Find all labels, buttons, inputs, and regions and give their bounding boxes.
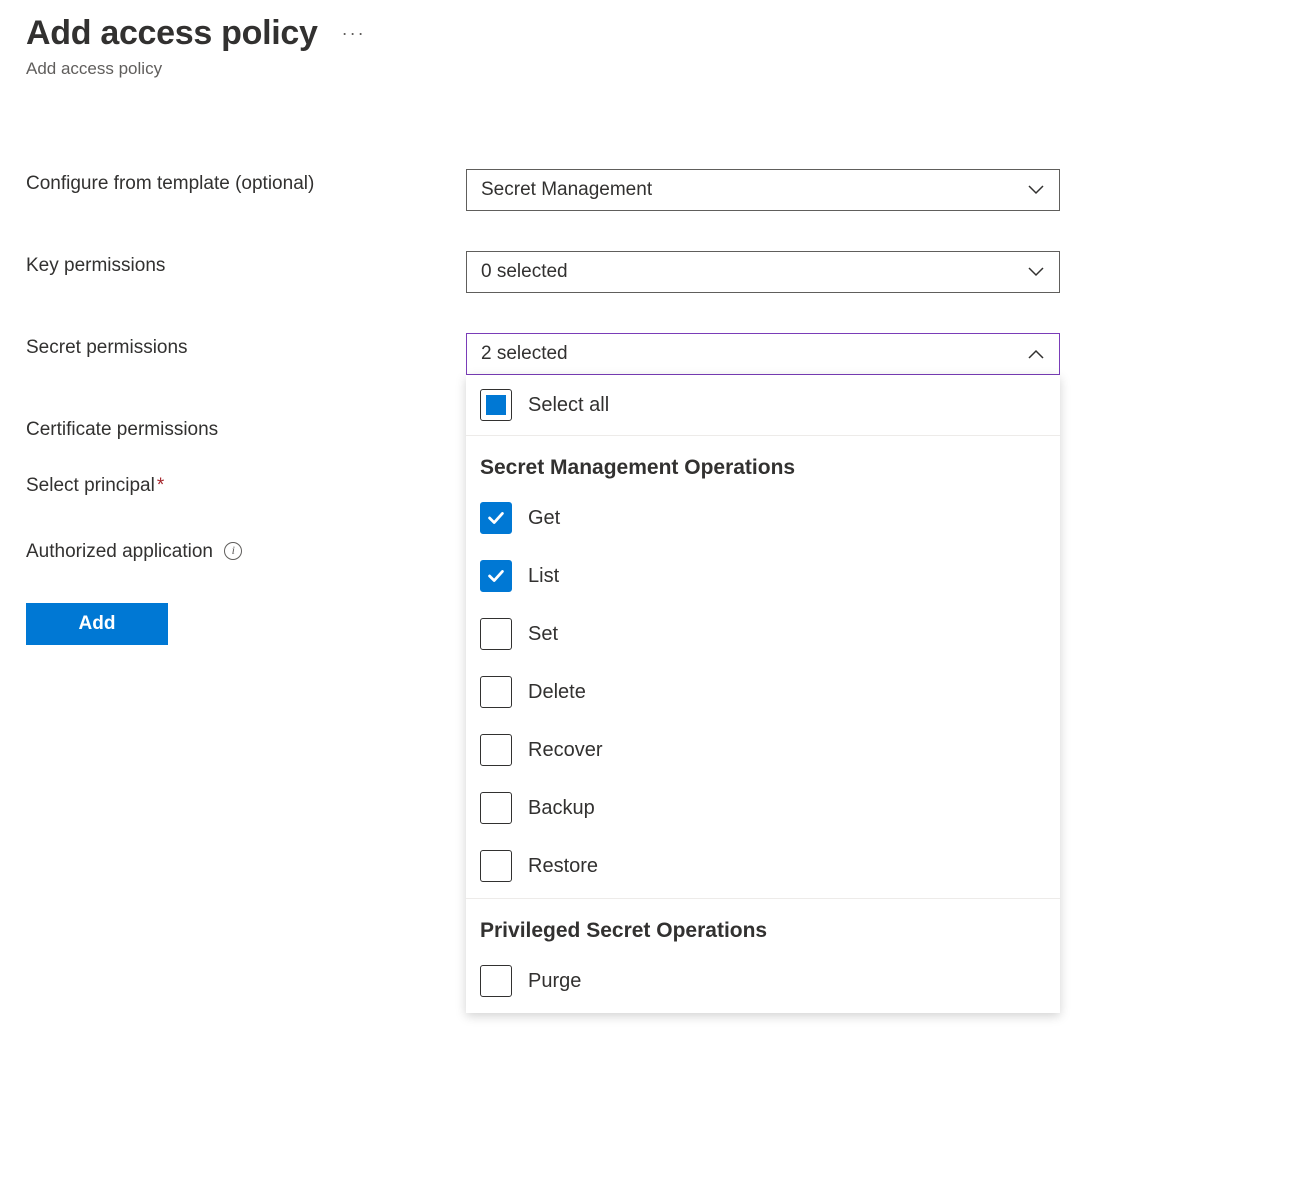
permission-option[interactable]: Delete — [480, 676, 1046, 708]
page-subtitle: Add access policy — [26, 59, 1271, 79]
select-all-checkbox[interactable] — [480, 389, 512, 421]
secret-permissions-dropdown[interactable]: 2 selected — [466, 333, 1060, 375]
more-icon[interactable]: ··· — [342, 23, 366, 44]
secret-permissions-panel: Select all Secret Management Operations G… — [466, 375, 1060, 1013]
permission-option[interactable]: Purge — [480, 965, 1046, 997]
configure-template-dropdown[interactable]: Secret Management — [466, 169, 1060, 211]
key-permissions-dropdown[interactable]: 0 selected — [466, 251, 1060, 293]
permission-label: Set — [528, 623, 558, 646]
configure-template-label: Configure from template (optional) — [26, 169, 466, 195]
permission-checkbox[interactable] — [480, 734, 512, 766]
secret-permissions-label: Secret permissions — [26, 333, 466, 359]
select-all-label: Select all — [528, 394, 609, 417]
authorized-application-label: Authorized application i — [26, 537, 466, 563]
chevron-down-icon — [1027, 263, 1045, 281]
permission-option[interactable]: Backup — [480, 792, 1046, 824]
permission-label: Backup — [528, 797, 595, 820]
info-icon[interactable]: i — [224, 542, 242, 560]
permission-checkbox[interactable] — [480, 560, 512, 592]
permission-checkbox[interactable] — [480, 792, 512, 824]
required-star-icon: * — [157, 475, 164, 496]
chevron-down-icon — [1027, 181, 1045, 199]
permission-option[interactable]: Recover — [480, 734, 1046, 766]
select-all-option[interactable]: Select all — [480, 389, 1046, 421]
permission-checkbox[interactable] — [480, 965, 512, 997]
permission-label: List — [528, 565, 559, 588]
chevron-up-icon — [1027, 345, 1045, 363]
key-permissions-label: Key permissions — [26, 251, 466, 277]
permission-checkbox[interactable] — [480, 618, 512, 650]
permission-label: Recover — [528, 739, 602, 762]
permission-option[interactable]: Get — [480, 502, 1046, 534]
page-title: Add access policy — [26, 14, 318, 53]
permission-group: Privileged Secret Operations Purge — [466, 899, 1060, 1013]
add-button[interactable]: Add — [26, 603, 168, 645]
permission-checkbox[interactable] — [480, 676, 512, 708]
group-heading: Privileged Secret Operations — [480, 919, 1046, 943]
certificate-permissions-label: Certificate permissions — [26, 415, 466, 441]
permission-option[interactable]: List — [480, 560, 1046, 592]
configure-template-value: Secret Management — [481, 179, 652, 201]
permission-label: Purge — [528, 970, 581, 993]
permission-checkbox[interactable] — [480, 502, 512, 534]
select-principal-label: Select principal* — [26, 471, 466, 497]
group-heading: Secret Management Operations — [480, 456, 1046, 480]
permission-label: Get — [528, 507, 560, 530]
permission-checkbox[interactable] — [480, 850, 512, 882]
permission-option[interactable]: Set — [480, 618, 1046, 650]
permission-option[interactable]: Restore — [480, 850, 1046, 882]
secret-permissions-value: 2 selected — [481, 343, 568, 365]
permission-label: Restore — [528, 855, 598, 878]
key-permissions-value: 0 selected — [481, 261, 568, 283]
permission-group: Secret Management Operations Get List Set De… — [466, 436, 1060, 899]
permission-label: Delete — [528, 681, 586, 704]
